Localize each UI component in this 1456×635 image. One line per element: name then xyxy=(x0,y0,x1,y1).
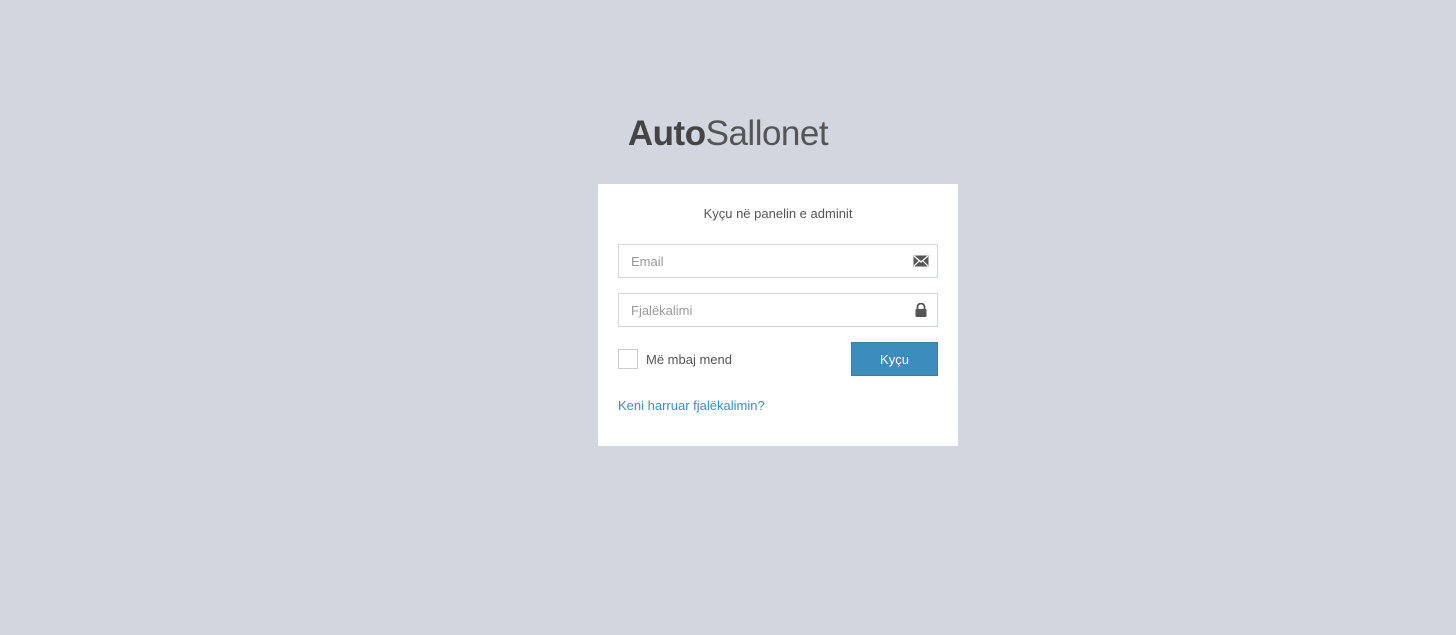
remember-me-checkbox[interactable] xyxy=(618,349,638,369)
app-logo: AutoSallonet xyxy=(0,112,1456,156)
email-field-wrapper xyxy=(618,244,938,278)
login-button[interactable]: Kyçu xyxy=(851,342,938,376)
forgot-password-link[interactable]: Keni harruar fjalëkalimin? xyxy=(618,398,765,413)
password-field-wrapper xyxy=(618,293,938,327)
logo-bold-text: Auto xyxy=(627,114,706,153)
email-input[interactable] xyxy=(619,245,901,277)
remember-me: Më mbaj mend xyxy=(618,348,732,370)
remember-me-label: Më mbaj mend xyxy=(646,351,732,367)
password-input[interactable] xyxy=(619,294,901,326)
login-box-message: Kyçu në panelin e adminit xyxy=(703,206,853,221)
envelope-icon xyxy=(913,254,929,268)
lock-icon xyxy=(913,302,929,317)
login-box: Kyçu në panelin e adminit Më mbaj mend K… xyxy=(598,184,958,446)
logo-light-text: Sallonet xyxy=(705,114,829,153)
